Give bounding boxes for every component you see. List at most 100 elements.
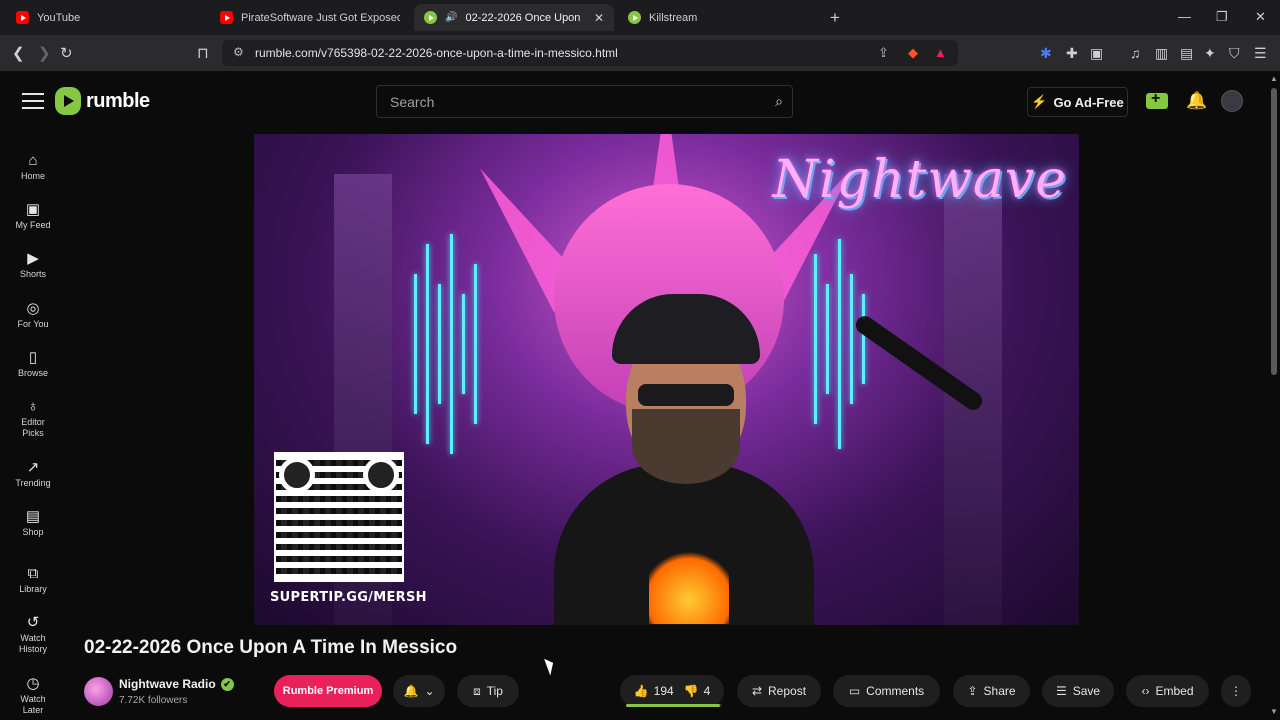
leo-icon[interactable]: ✦ xyxy=(1204,45,1216,62)
streamer-sunglasses xyxy=(638,384,734,406)
award-icon: ♁ xyxy=(27,398,39,415)
channel-name-link[interactable]: Nightwave Radio ✔ xyxy=(119,677,234,691)
sidebar-item-trending[interactable]: ↗ Trending xyxy=(0,458,66,489)
tip-icon: ⧈ xyxy=(473,683,481,698)
tab-label: Killstream xyxy=(649,11,698,24)
sidebar-item-library[interactable]: ⧉ Library xyxy=(0,564,66,595)
user-avatar[interactable] xyxy=(1221,90,1243,112)
forward-icon[interactable]: ❯ xyxy=(38,44,51,62)
sidebar-item-for-you[interactable]: ◎ For You xyxy=(0,299,66,330)
sidebar-item-watch-later[interactable]: ◷ Watch Later xyxy=(0,674,66,716)
sidebar-item-editor-picks[interactable]: ♁ Editor Picks xyxy=(0,397,66,439)
share-button[interactable]: ⇪ Share xyxy=(953,675,1030,707)
close-icon[interactable]: ✕ xyxy=(594,11,604,25)
browser-tab-active[interactable]: 🔊 02-22-2026 Once Upon A Tin ✕ xyxy=(414,4,614,31)
reload-icon[interactable]: ↻ xyxy=(60,44,73,62)
bookmark-icon[interactable]: ⊓ xyxy=(197,44,209,62)
scroll-down-icon[interactable]: ▼ xyxy=(1270,707,1278,716)
nightwave-overlay-logo: Nightwave xyxy=(772,150,1067,210)
new-tab-icon[interactable]: + xyxy=(830,8,840,28)
upload-video-icon[interactable] xyxy=(1146,90,1168,109)
playlist-add-icon: ☰ xyxy=(1055,684,1067,698)
trending-icon: ↗ xyxy=(26,459,40,476)
minimize-icon[interactable]: — xyxy=(1178,9,1191,24)
search-input[interactable] xyxy=(377,86,737,117)
comment-icon: ▭ xyxy=(848,684,861,698)
scroll-thumb[interactable] xyxy=(1271,88,1277,375)
youtube-icon xyxy=(220,11,233,24)
target-icon: ◎ xyxy=(26,300,40,317)
go-ad-free-button[interactable]: ⚡ Go Ad-Free xyxy=(1027,87,1128,117)
speaker-icon[interactable]: 🔊 xyxy=(445,12,457,23)
page-scrollbar[interactable]: ▲ ▼ xyxy=(1268,71,1280,720)
browser-tab[interactable]: PirateSoftware Just Got Exposed AGA xyxy=(210,4,410,31)
shirt-flames xyxy=(649,544,729,624)
notification-settings-button[interactable]: 🔔 ⌄ xyxy=(393,675,445,707)
verified-icon: ✔ xyxy=(220,677,234,691)
rewards-icon[interactable]: ▲ xyxy=(934,45,947,60)
menu-icon[interactable]: ☰ xyxy=(1254,45,1267,62)
sidebar-toggle-icon[interactable]: ▥ xyxy=(1155,45,1168,62)
sidebar-item-shop[interactable]: ▤ Shop xyxy=(0,507,66,538)
premium-label: Rumble Premium xyxy=(282,685,374,697)
search-icon[interactable]: ⌕ xyxy=(775,93,783,110)
audio-wave-bar xyxy=(414,274,417,414)
scroll-up-icon[interactable]: ▲ xyxy=(1270,74,1278,83)
url-text: rumble.com/v765398-02-22-2026-once-upon-… xyxy=(255,46,618,60)
embed-button[interactable]: ‹› Embed xyxy=(1126,675,1209,707)
share-label: Share xyxy=(983,684,1016,698)
puzzle-icon[interactable]: ✚ xyxy=(1066,45,1078,62)
extension-icon[interactable]: ✱ xyxy=(1040,45,1052,62)
brave-shield-icon[interactable]: ◆ xyxy=(908,45,918,61)
like-ratio-fill xyxy=(626,704,721,707)
extension-icon[interactable]: ▣ xyxy=(1090,45,1103,62)
logo-text: rumble xyxy=(86,89,150,112)
site-settings-icon[interactable]: ⚙ xyxy=(233,45,244,59)
streamer-beard xyxy=(632,409,740,484)
media-icon[interactable]: ♫ xyxy=(1130,45,1141,61)
like-button[interactable]: 👍 194 xyxy=(634,684,674,698)
audio-wave-bar xyxy=(838,239,841,449)
rumble-icon xyxy=(424,11,437,24)
wallet-icon[interactable]: ▤ xyxy=(1180,45,1193,62)
sidebar-item-shorts[interactable]: ▶ Shorts xyxy=(0,249,66,280)
streamer-cap xyxy=(612,294,760,364)
bolt-icon: ⚡ xyxy=(1031,94,1048,109)
sidebar-item-home[interactable]: ⌂ Home xyxy=(0,151,66,182)
embed-label: Embed xyxy=(1155,684,1194,698)
browser-tab[interactable]: YouTube xyxy=(6,4,206,31)
bell-icon: 🔔 xyxy=(403,684,419,698)
restore-icon[interactable]: ❐ xyxy=(1216,9,1228,25)
sidebar-item-label: Watch xyxy=(20,633,46,643)
video-player[interactable]: Nightwave SUPERTIP.GG/MERSH xyxy=(254,134,1079,625)
back-icon[interactable]: ❮ xyxy=(12,44,25,62)
window-close-icon[interactable]: ✕ xyxy=(1255,9,1266,25)
more-options-button[interactable]: ⋮ xyxy=(1221,675,1251,707)
channel-avatar[interactable] xyxy=(84,677,113,706)
notification-bell-icon[interactable]: 🔔 xyxy=(1186,91,1207,111)
sidebar-item-watch-history[interactable]: ↺ Watch History xyxy=(0,613,66,655)
vpn-icon[interactable]: ⛉ xyxy=(1229,45,1240,62)
mouse-cursor xyxy=(544,656,557,676)
sidebar-item-label: Shorts xyxy=(19,269,46,279)
tip-button[interactable]: ⧈ Tip xyxy=(457,675,519,707)
hamburger-menu-icon[interactable] xyxy=(22,93,44,109)
save-button[interactable]: ☰ Save xyxy=(1042,675,1114,707)
comments-button[interactable]: ▭ Comments xyxy=(833,675,940,707)
sidebar-item-my-feed[interactable]: ▣ My Feed xyxy=(0,200,66,231)
address-bar-row: ❮ ❯ ↻ ⊓ ⚙ rumble.com/v765398-02-22-2026-… xyxy=(0,35,1280,71)
rumble-logo[interactable]: rumble xyxy=(55,87,150,115)
browser-tab[interactable]: Killstream xyxy=(618,4,818,31)
dislike-button[interactable]: 👎 4 xyxy=(684,684,711,698)
rumble-premium-button[interactable]: Rumble Premium xyxy=(274,675,382,707)
audio-wave-bar xyxy=(462,294,465,394)
sidebar-item-browse[interactable]: ▯ Browse xyxy=(0,348,66,379)
url-field[interactable]: ⚙ rumble.com/v765398-02-22-2026-once-upo… xyxy=(222,40,958,66)
sidebar-item-label: Later xyxy=(22,705,44,715)
audio-wave-bar xyxy=(826,284,829,394)
tab-label: YouTube xyxy=(37,11,81,24)
feed-icon: ▣ xyxy=(25,201,41,218)
share-page-icon[interactable]: ⇪ xyxy=(878,45,889,61)
repost-button[interactable]: ⇄ Repost xyxy=(737,675,821,707)
tab-label: PirateSoftware Just Got Exposed AGA xyxy=(241,11,400,24)
